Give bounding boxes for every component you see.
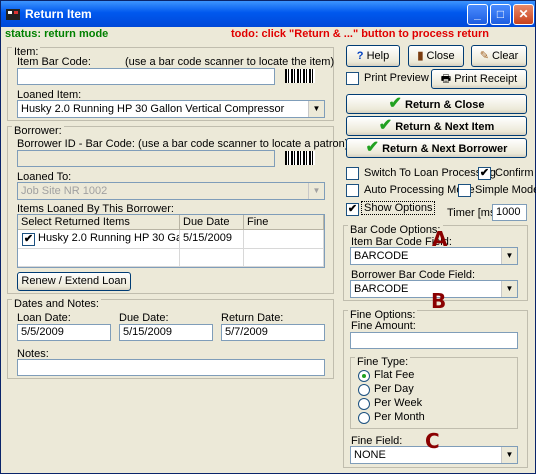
due-date-label: Due Date: (119, 312, 169, 324)
show-options-label: Show Options (361, 201, 436, 215)
column-header[interactable]: Fine (244, 215, 324, 230)
return-date-input[interactable]: 5/7/2009 (221, 324, 325, 341)
fine-type-radio-per-week[interactable] (358, 398, 370, 410)
loaned-to-select[interactable]: Job Site NR 1002 ▼ (17, 182, 325, 200)
table-row-empty (244, 249, 324, 267)
todo-text: todo: click "Return & ..." button to pro… (231, 28, 489, 40)
checkmark-icon: ✔ (388, 95, 402, 112)
app-icon (6, 9, 20, 20)
fine-type-label: Per Week (374, 397, 423, 409)
return-close-button[interactable]: ✔ Return & Close (346, 94, 527, 114)
simple-mode-label: Simple Mode (475, 184, 536, 196)
annotation-marker-a: A (432, 227, 448, 251)
print-preview-label: Print Preview (364, 72, 429, 84)
window-title: Return Item (25, 7, 92, 21)
fine-field-value: NONE (354, 449, 386, 461)
table-row-empty (18, 249, 180, 267)
fine-type-label: Per Month (374, 411, 425, 423)
barcode-icon (285, 69, 315, 83)
help-button[interactable]: ? Help (346, 45, 400, 67)
row-fine (244, 230, 324, 249)
loaned-items-table: Select Returned Items Due Date Fine Husk… (17, 214, 325, 268)
chevron-down-icon[interactable]: ▼ (308, 183, 324, 199)
item-barcode-hint: (use a bar code scanner to locate the it… (125, 56, 335, 68)
checkmark-icon: ✔ (378, 117, 393, 134)
column-header[interactable]: Select Returned Items (18, 215, 180, 230)
simple-mode-checkbox[interactable] (458, 184, 471, 197)
row-item-name: Husky 2.0 Running HP 30 Gallon V... (38, 232, 179, 244)
switch-to-loan-checkbox[interactable] (346, 167, 359, 180)
due-date-input[interactable]: 5/15/2009 (119, 324, 213, 341)
chevron-down-icon[interactable]: ▼ (501, 281, 517, 297)
broom-icon: ✎ (479, 50, 489, 62)
fine-type-radio-flat-fee[interactable] (358, 370, 370, 382)
borrower-id-input[interactable] (17, 150, 275, 167)
return-next-item-button[interactable]: ✔ Return & Next Item (346, 116, 527, 136)
door-icon: ▮ (417, 50, 424, 62)
printer-icon: 🖶 (440, 73, 452, 85)
borrower-group-title: Borrower: (12, 125, 64, 137)
print-receipt-button[interactable]: 🖶 Print Receipt (431, 69, 527, 89)
print-preview-checkbox[interactable] (346, 72, 359, 85)
confirm-label: Confirm (495, 167, 534, 179)
checkmark-icon: ✔ (365, 139, 380, 156)
column-header[interactable]: Due Date (180, 215, 244, 230)
barcode-icon (285, 151, 315, 165)
loaned-item-value: Husky 2.0 Running HP 30 Gallon Vertical … (21, 103, 285, 115)
loan-date-label: Loan Date: (17, 312, 71, 324)
item-barcode-input[interactable] (17, 68, 275, 85)
auto-processing-checkbox[interactable] (346, 184, 359, 197)
loan-date-input[interactable]: 5/5/2009 (17, 324, 111, 341)
borrower-barcode-field-value: BARCODE (354, 283, 409, 295)
loaned-item-select[interactable]: Husky 2.0 Running HP 30 Gallon Vertical … (17, 100, 325, 118)
fine-type-label: Flat Fee (374, 369, 415, 381)
timer-input[interactable]: 1000 (492, 204, 527, 221)
chevron-down-icon[interactable]: ▼ (308, 101, 324, 117)
switch-to-loan-label: Switch To Loan Processing (364, 167, 496, 179)
return-date-label: Return Date: (221, 312, 284, 324)
notes-input[interactable] (17, 359, 325, 376)
annotation-marker-c: C (425, 429, 440, 453)
chevron-down-icon[interactable]: ▼ (501, 248, 517, 264)
table-row-item[interactable]: Husky 2.0 Running HP 30 Gallon V... (18, 230, 180, 249)
status-text: status: return mode (5, 28, 109, 40)
loaned-to-value: Job Site NR 1002 (21, 185, 108, 197)
item-barcode-label: Item Bar Code: (17, 56, 91, 68)
fine-amount-input[interactable] (350, 332, 518, 349)
renew-loan-button[interactable]: Renew / Extend Loan (17, 272, 131, 291)
close-button[interactable]: ▮ Close (408, 45, 464, 67)
item-barcode-field-value: BARCODE (354, 250, 409, 262)
annotation-marker-b: B (431, 289, 447, 313)
fine-type-radio-per-month[interactable] (358, 412, 370, 424)
return-item-window: Return Item _ □ ✕ status: return mode to… (0, 0, 536, 474)
fine-amount-label: Fine Amount: (351, 320, 416, 332)
return-next-borrower-button[interactable]: ✔ Return & Next Borrower (346, 138, 527, 158)
dates-group-title: Dates and Notes: (12, 298, 101, 310)
help-icon: ? (356, 50, 364, 62)
close-window-button[interactable]: ✕ (513, 4, 534, 25)
fine-type-title: Fine Type: (355, 356, 411, 368)
fine-type-label: Per Day (374, 383, 414, 395)
show-options-checkbox[interactable]: ✔ (346, 203, 359, 216)
title-bar[interactable]: Return Item _ □ ✕ (1, 1, 535, 27)
minimize-button[interactable]: _ (467, 4, 488, 25)
barcode-options-title: Bar Code Options: (348, 224, 443, 236)
maximize-button[interactable]: □ (490, 4, 511, 25)
row-select-checkbox[interactable]: ✔ (22, 233, 35, 246)
table-row-empty (180, 249, 244, 267)
confirm-checkbox[interactable]: ✔ (478, 167, 491, 180)
fine-type-radio-per-day[interactable] (358, 384, 370, 396)
chevron-down-icon[interactable]: ▼ (501, 447, 517, 463)
borrower-id-label: Borrower ID - Bar Code: (use a bar code … (17, 138, 349, 150)
row-due-date: 5/15/2009 (180, 230, 244, 249)
clear-button[interactable]: ✎ Clear (471, 45, 527, 67)
